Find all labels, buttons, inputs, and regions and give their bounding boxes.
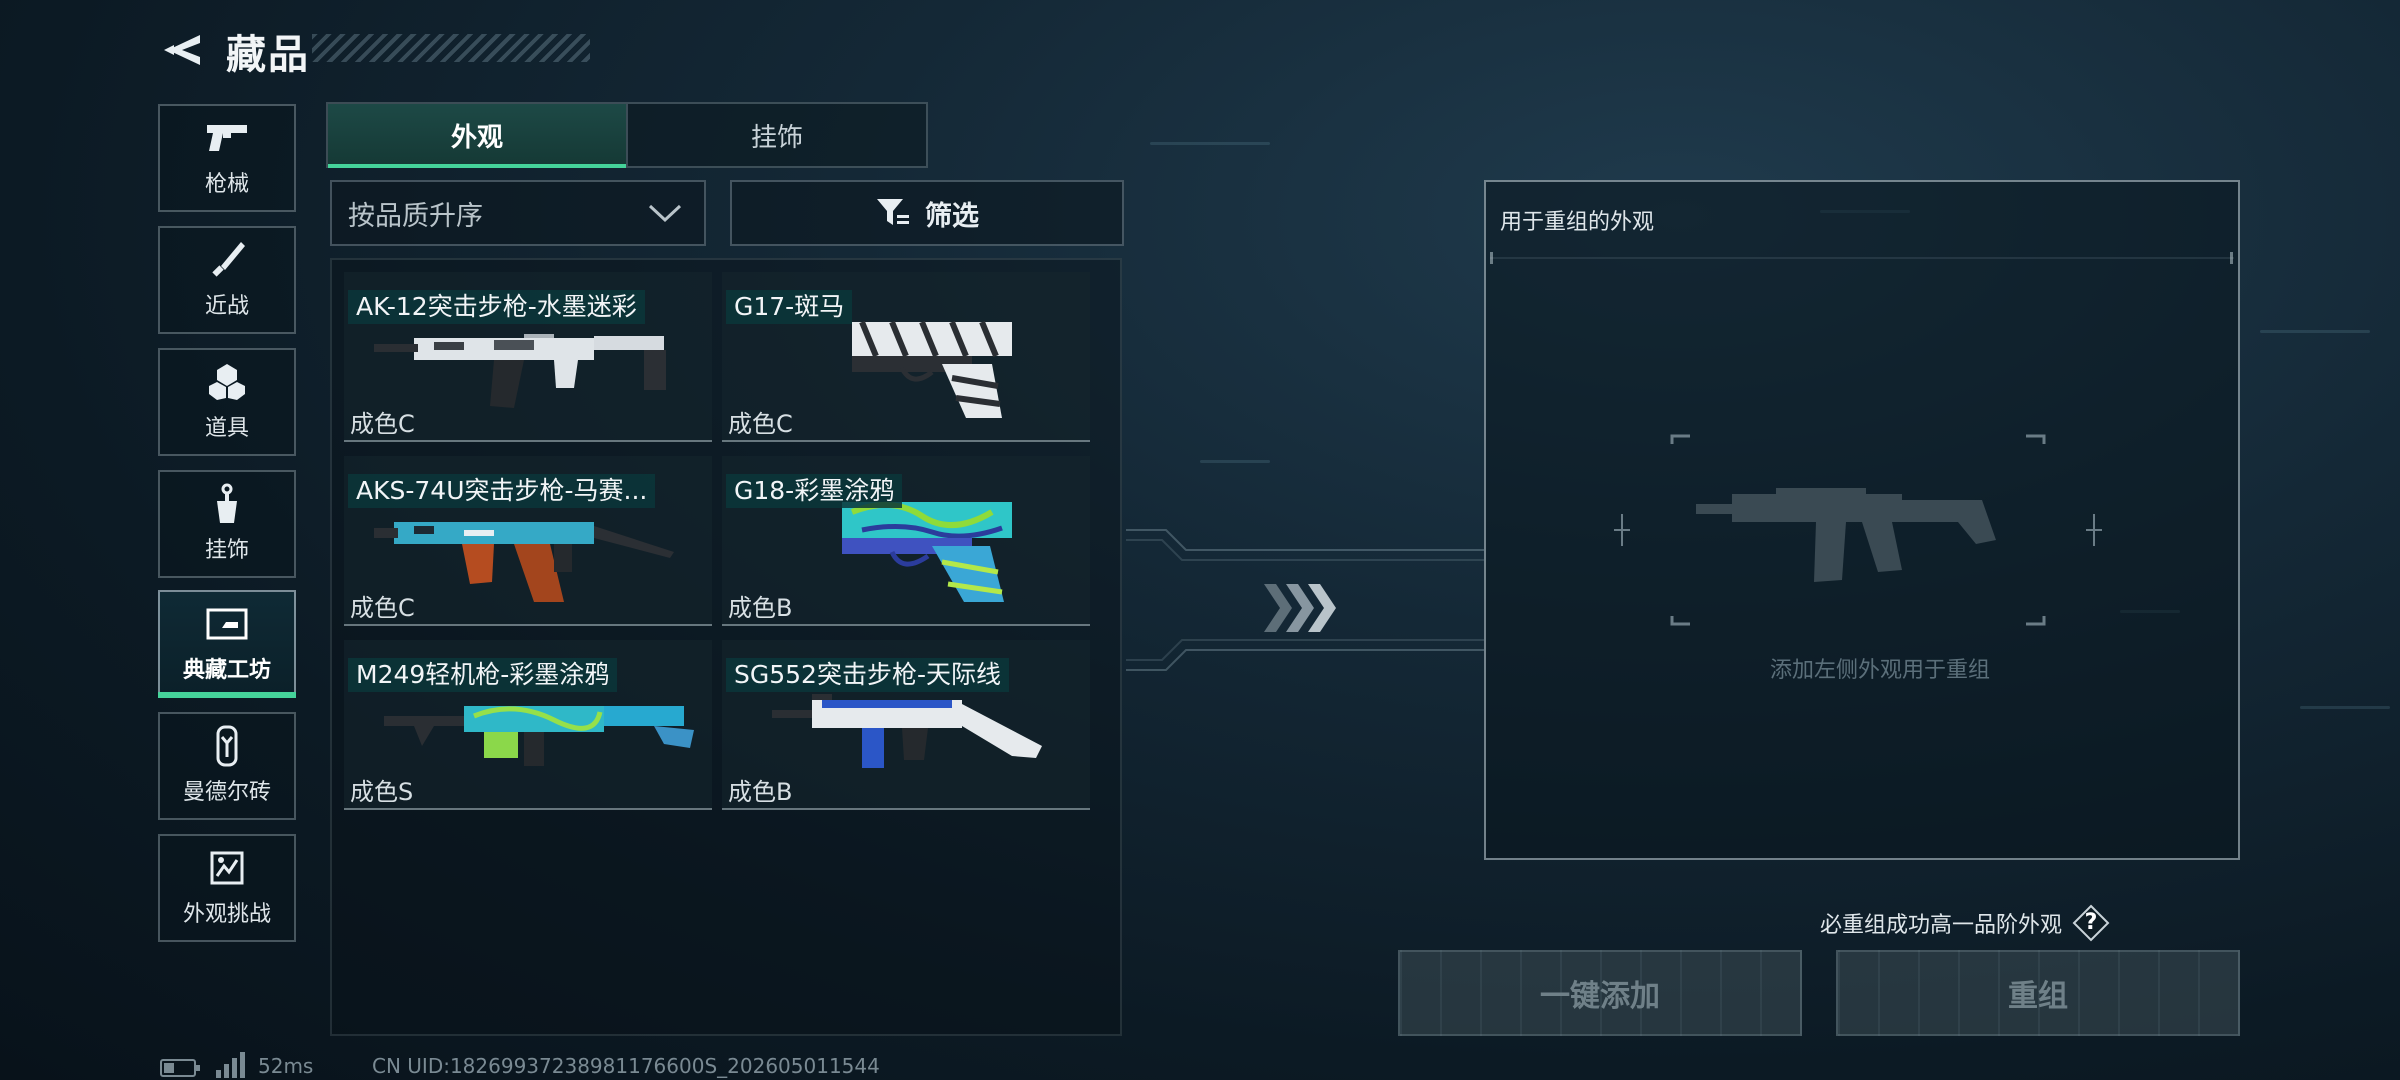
skin-name: G17-斑马 — [726, 290, 853, 324]
skin-card[interactable]: G18-彩墨涂鸦 成色B — [722, 456, 1090, 626]
skin-grade: 成色B — [728, 594, 793, 622]
skin-card[interactable]: SG552突击步枪-天际线 成色B — [722, 640, 1090, 810]
sidebar-item-label: 曼德尔砖 — [182, 780, 271, 805]
pistol-icon — [205, 118, 249, 158]
chevrons-right-icon — [1264, 584, 1336, 632]
pistol-skin-image — [852, 320, 1012, 418]
battery-icon — [160, 1059, 200, 1077]
sidebar-item-melee[interactable]: 近战 — [158, 226, 296, 334]
skin-grade: 成色C — [350, 410, 415, 438]
filter-label: 筛选 — [925, 200, 979, 232]
sidebar-item-workshop[interactable]: 典藏工坊 — [158, 590, 296, 698]
active-indicator — [158, 692, 296, 698]
sort-label: 按品质升序 — [348, 200, 483, 232]
filter-icon — [877, 199, 909, 225]
chevron-down-icon — [648, 204, 682, 223]
skin-grade: 成色B — [728, 778, 793, 806]
sidebar-item-charms[interactable]: 挂饰 — [158, 470, 296, 578]
machine-gun-skin-image — [384, 706, 694, 766]
ping-readout: 52ms — [258, 1054, 314, 1078]
filter-button[interactable]: 筛选 — [730, 180, 1124, 246]
sidebar-item-label: 道具 — [204, 416, 249, 441]
skin-name: M249轻机枪-彩墨涂鸦 — [348, 658, 618, 692]
guarantee-text: 必重组成功高一品阶外观 — [1820, 913, 2063, 938]
signal-icon — [216, 1052, 245, 1078]
skin-card[interactable]: AKS-74U突击步枪-马赛... 成色C — [344, 456, 712, 626]
auto-add-button[interactable]: 一键添加 — [1398, 950, 1802, 1036]
panel-divider — [1490, 252, 2234, 264]
skin-grade: 成色S — [350, 778, 414, 806]
help-icon[interactable]: ? — [2072, 904, 2110, 942]
challenge-icon — [205, 848, 249, 888]
guarantee-note: 必重组成功高一品阶外观 ? — [1820, 904, 2110, 942]
smg-skin-image — [374, 522, 674, 602]
rifle-skin-image — [772, 694, 1042, 768]
pistol-skin-image — [842, 501, 1012, 602]
brick-icon — [205, 725, 249, 767]
skin-name: G18-彩墨涂鸦 — [726, 474, 903, 508]
sidebar-item-mandel-brick[interactable]: 曼德尔砖 — [158, 712, 296, 820]
skin-name: SG552突击步枪-天际线 — [726, 658, 1009, 692]
recombine-hint: 添加左侧外观用于重组 — [1769, 658, 1990, 683]
help-mark: ? — [2084, 910, 2098, 935]
sidebar-item-skin-challenge[interactable]: 外观挑战 — [158, 834, 296, 942]
skin-card[interactable]: M249轻机枪-彩墨涂鸦 成色S — [344, 640, 712, 810]
workshop-icon — [205, 604, 249, 644]
sidebar-item-gadgets[interactable]: 道具 — [158, 348, 296, 456]
skin-name: AK-12突击步枪-水墨迷彩 — [348, 290, 645, 324]
back-arrow-icon — [164, 35, 200, 65]
title-decoration — [312, 34, 590, 62]
sidebar-item-label: 典藏工坊 — [182, 658, 271, 683]
sidebar-item-label: 枪械 — [204, 172, 249, 197]
tab-appearance[interactable]: 外观 — [328, 104, 626, 168]
user-uid: CN UID:18269937238981176600S_20260501154… — [372, 1054, 880, 1078]
skin-card[interactable]: AK-12突击步枪-水墨迷彩 成色C — [344, 272, 712, 442]
grenade-icon — [205, 362, 249, 402]
back-button[interactable] — [158, 30, 204, 70]
recombine-panel-title: 用于重组的外观 — [1500, 210, 1655, 235]
skin-grade: 成色C — [350, 594, 415, 622]
knife-icon — [205, 240, 249, 280]
skin-card[interactable]: G17-斑马 成色C — [722, 272, 1090, 442]
skin-grade: 成色C — [728, 410, 793, 438]
sidebar-item-label: 外观挑战 — [182, 902, 271, 927]
sort-dropdown[interactable]: 按品质升序 — [330, 180, 706, 246]
sidebar-item-label: 近战 — [204, 294, 249, 319]
rifle-skin-image — [374, 334, 666, 408]
tab-bar: 外观 挂饰 — [326, 102, 928, 168]
rifle-placeholder-icon — [1696, 488, 1996, 582]
tab-charms[interactable]: 挂饰 — [626, 104, 926, 166]
recombine-button[interactable]: 重组 — [1836, 950, 2240, 1036]
sidebar-item-firearms[interactable]: 枪械 — [158, 104, 296, 212]
skin-name: AKS-74U突击步枪-马赛... — [348, 474, 656, 508]
sidebar-item-label: 挂饰 — [204, 538, 249, 563]
page-title: 藏品 — [226, 32, 310, 78]
charm-icon — [205, 483, 249, 524]
